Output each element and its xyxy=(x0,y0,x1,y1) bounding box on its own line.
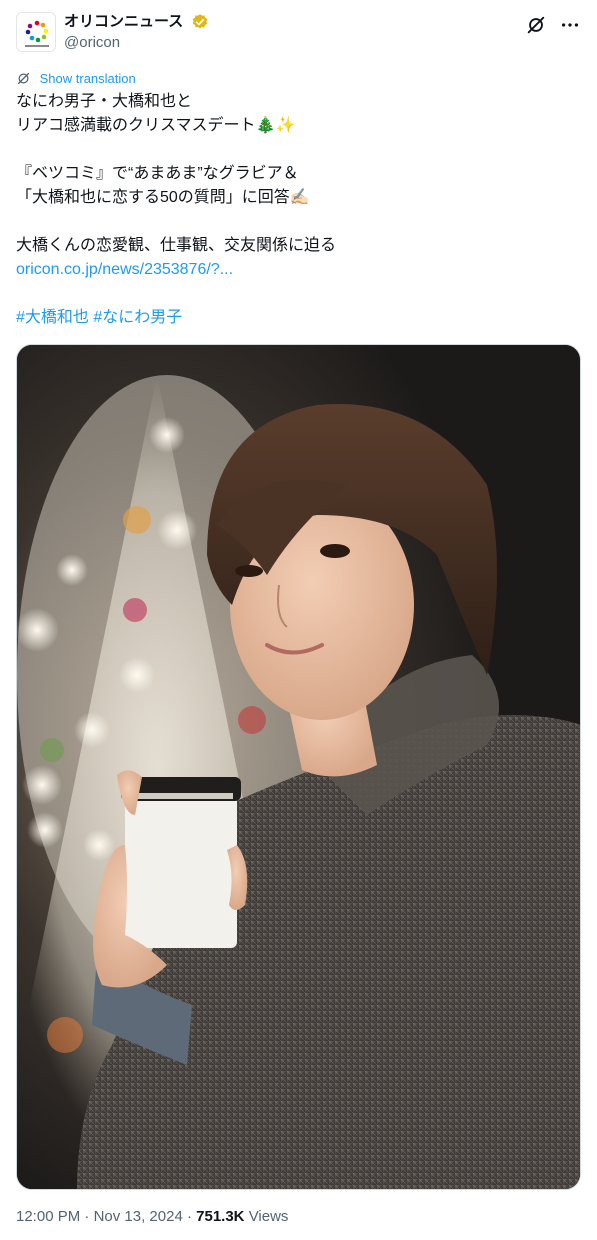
tweet-date[interactable]: Nov 13, 2024 xyxy=(94,1208,183,1225)
tweet-line-5: 大橋くんの恋愛観、仕事観、交友関係に迫る xyxy=(16,237,337,254)
views-label: Views xyxy=(248,1208,289,1225)
avatar[interactable] xyxy=(16,12,56,52)
tweet-line-2: リアコ感満載のクリスマスデート🎄✨ xyxy=(16,117,296,134)
gold-verified-icon[interactable] xyxy=(191,13,209,31)
tweet-line-3: 『ベツコミ』で“あまあま”なグラビア＆ xyxy=(16,165,299,182)
tweet-line-1: なにわ男子・大橋和也と xyxy=(16,93,193,110)
tweet-text: なにわ男子・大橋和也と リアコ感満載のクリスマスデート🎄✨ 『ベツコミ』で“あま… xyxy=(16,90,581,330)
hashtag-2[interactable]: #なにわ男子 xyxy=(93,309,182,326)
grok-icon[interactable] xyxy=(525,14,547,36)
meta-separator: · xyxy=(84,1208,90,1225)
handle[interactable]: @oricon xyxy=(64,33,209,53)
tweet-line-4: 「大橋和也に恋する50の質問」に回答✍🏻 xyxy=(16,189,310,206)
display-name[interactable]: オリコンニュース xyxy=(64,12,183,32)
hashtag-1[interactable]: #大橋和也 xyxy=(16,309,89,326)
show-translation-label: Show translation xyxy=(39,71,136,86)
show-translation-button[interactable]: Show translation xyxy=(16,70,136,88)
tweet-header: オリコンニュース @oricon xyxy=(16,10,581,58)
tweet-meta: 12:00 PM · Nov 13, 2024 · 751.3K Views xyxy=(16,1206,288,1228)
more-icon[interactable] xyxy=(559,14,581,36)
translate-icon xyxy=(16,71,40,86)
tweet-photo[interactable] xyxy=(16,344,581,1190)
meta-separator: · xyxy=(186,1208,192,1225)
views-count[interactable]: 751.3K xyxy=(196,1208,244,1225)
tweet-time[interactable]: 12:00 PM xyxy=(16,1208,80,1225)
article-link[interactable]: oricon.co.jp/news/2353876/?... xyxy=(16,261,233,278)
